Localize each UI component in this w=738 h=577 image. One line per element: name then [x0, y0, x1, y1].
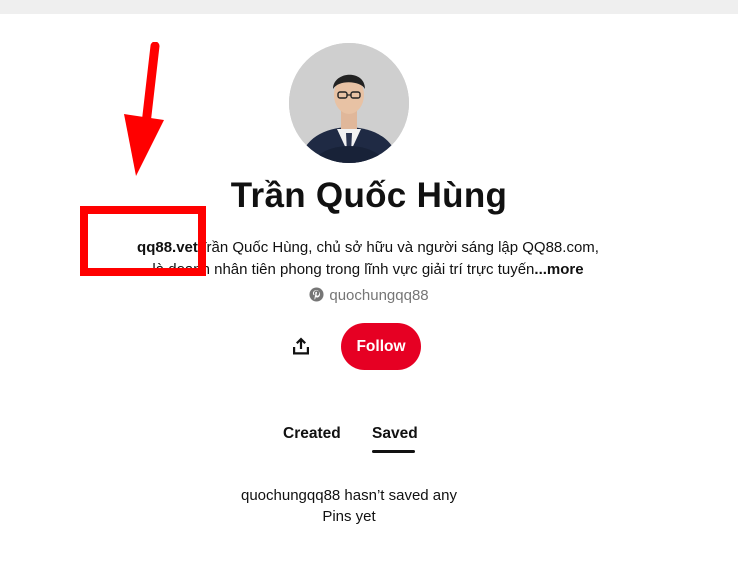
- profile-username[interactable]: quochungqq88: [0, 287, 738, 304]
- share-button[interactable]: [282, 327, 320, 365]
- empty-state-line-2: Pins yet: [322, 508, 376, 525]
- tab-saved[interactable]: Saved: [372, 425, 418, 443]
- pinterest-icon: [309, 287, 324, 302]
- share-icon: [293, 337, 309, 355]
- tab-created[interactable]: Created: [283, 425, 341, 443]
- empty-state-line-1: quochungqq88 hasn’t saved any: [240, 487, 457, 504]
- active-tab-indicator: [372, 450, 415, 453]
- avatar[interactable]: [289, 43, 409, 163]
- empty-state-message: quochungqq88 hasn’t saved any Pins yet: [229, 485, 469, 527]
- bio-more-link[interactable]: ...more: [534, 261, 583, 278]
- username-text: quochungqq88: [329, 287, 429, 304]
- bio-text-1: Trần Quốc Hùng, chủ sở hữu và người sáng…: [197, 239, 599, 256]
- follow-button[interactable]: Follow: [341, 323, 421, 370]
- top-bar: [0, 0, 738, 14]
- annotation-highlight-box: [80, 206, 206, 276]
- annotation-arrow-icon: [124, 42, 164, 176]
- avatar-photo: [289, 43, 409, 163]
- bio-text-2: là doanh nhân tiên phong trong lĩnh vực …: [152, 261, 535, 278]
